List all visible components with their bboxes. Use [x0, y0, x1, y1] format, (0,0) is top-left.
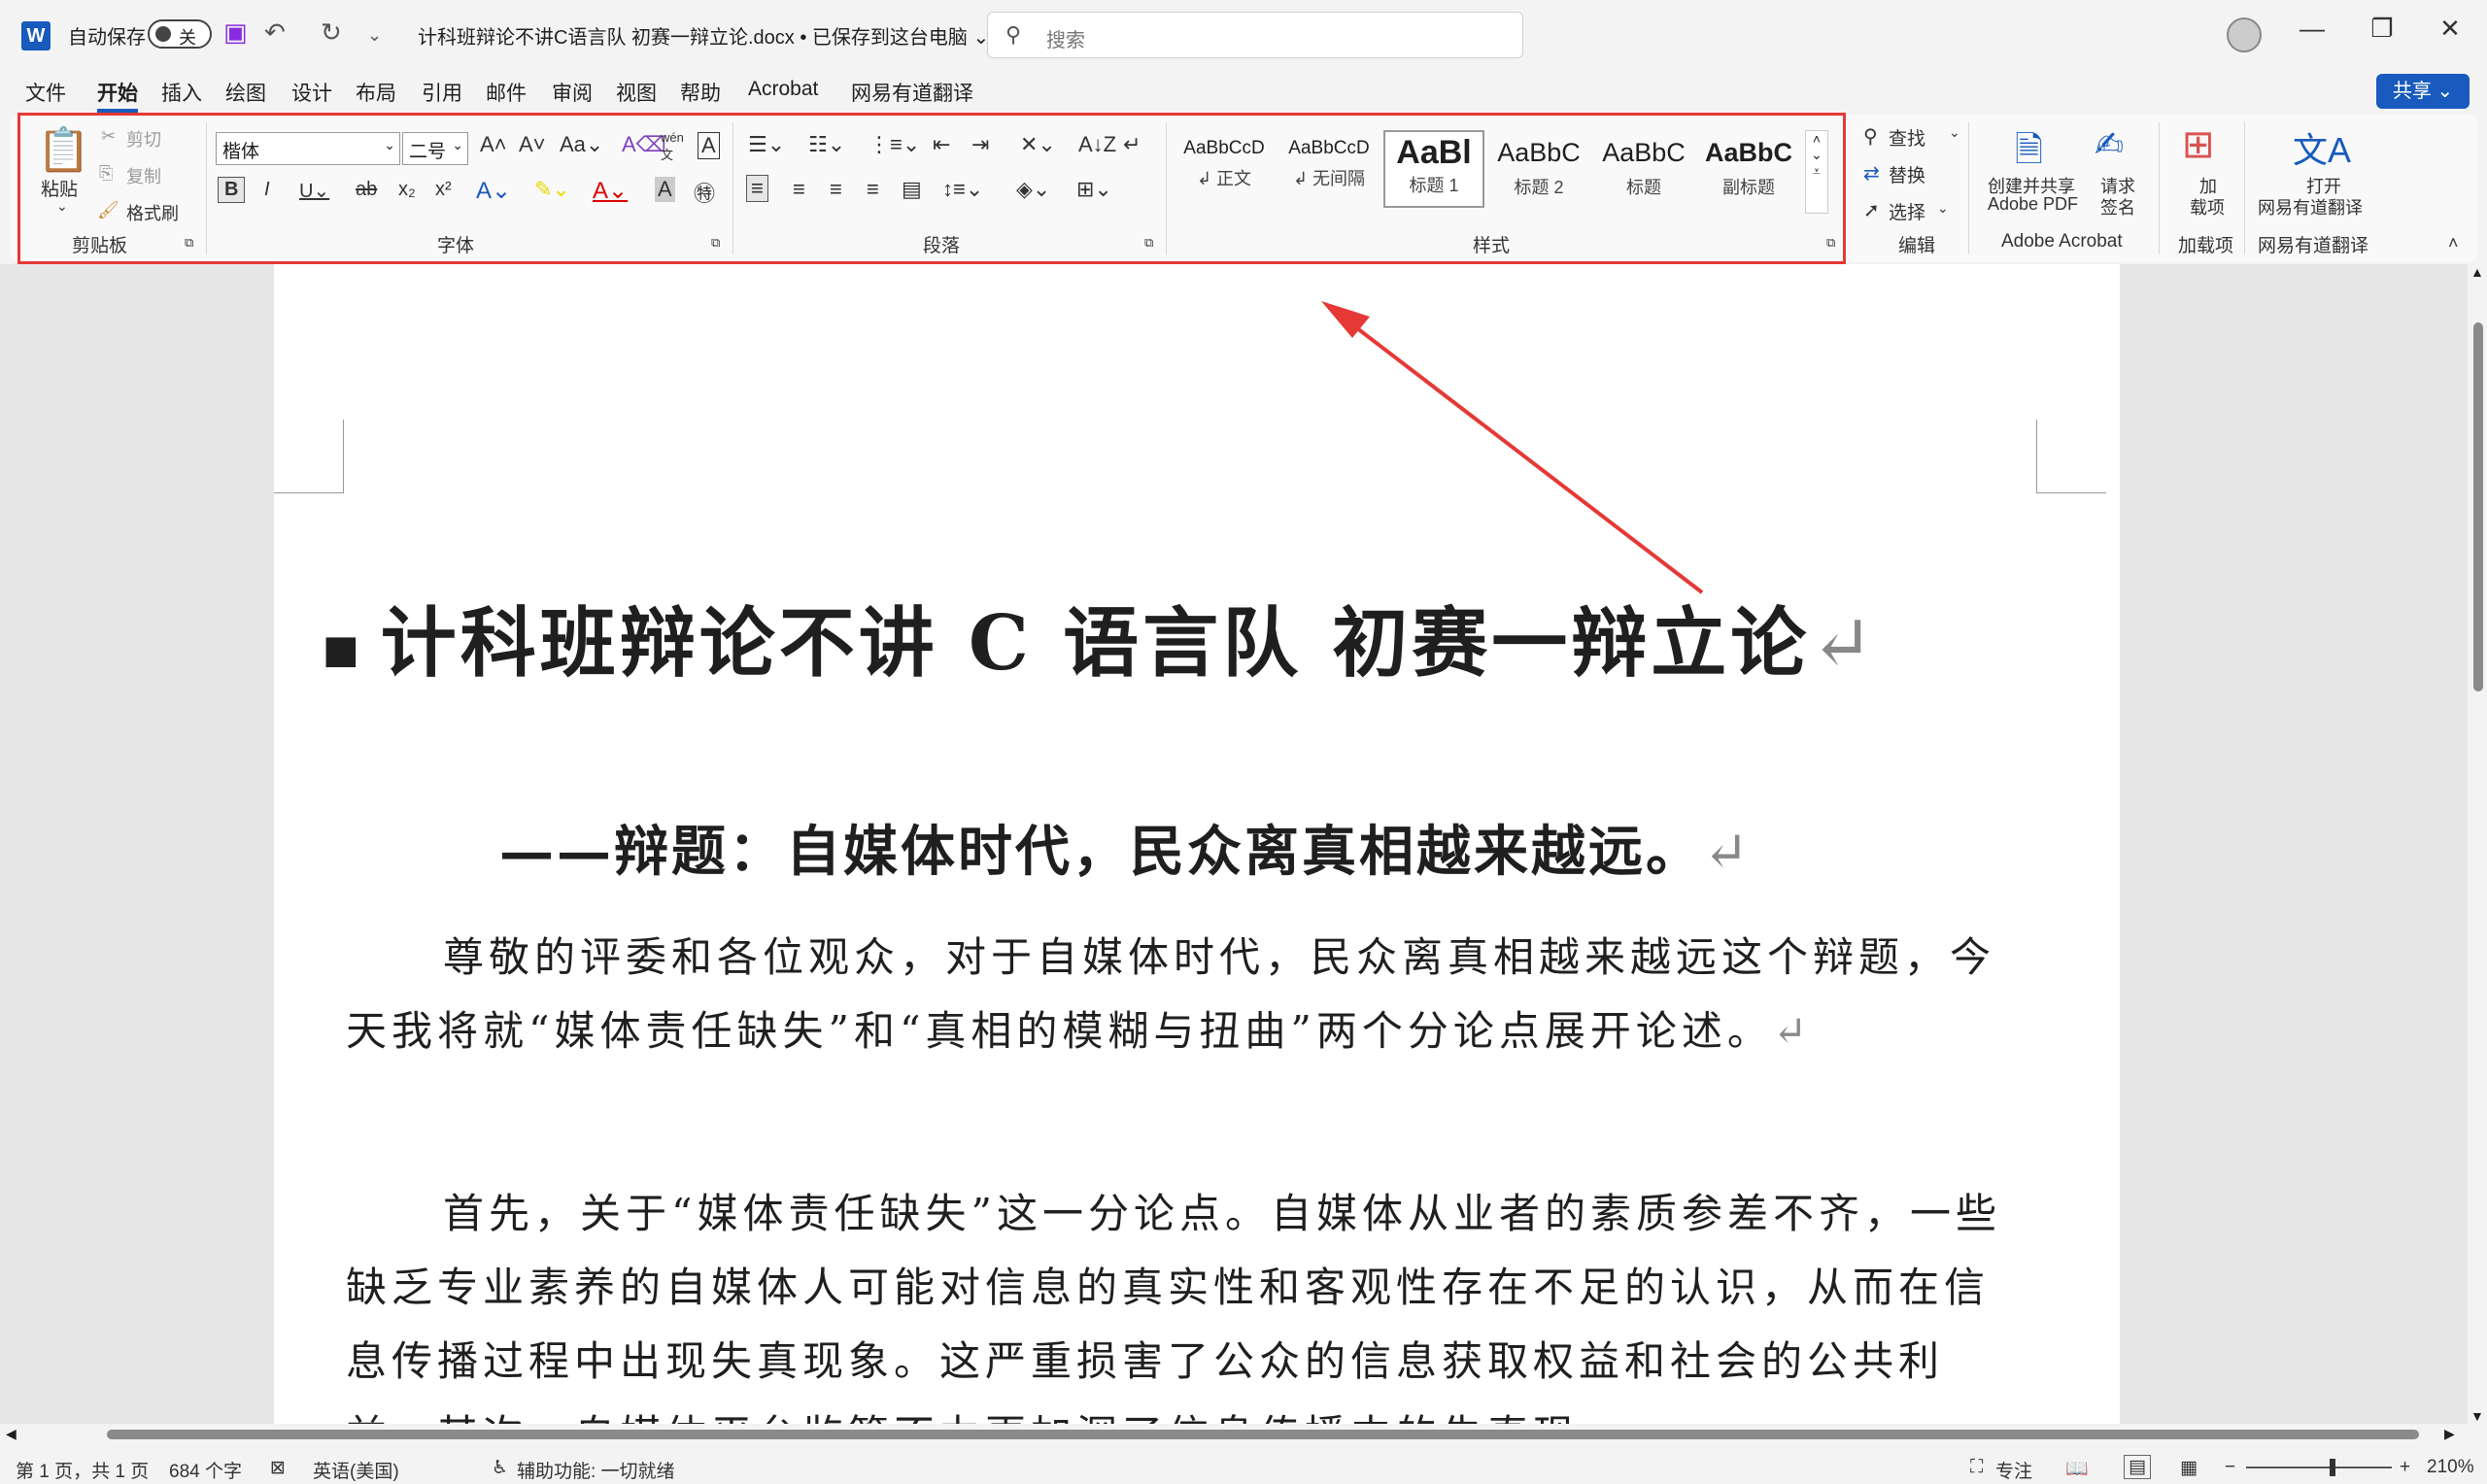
accessibility-icon: ♿ — [492, 1458, 509, 1478]
zoom-slider-knob[interactable] — [2330, 1459, 2335, 1476]
tab-review[interactable]: 审阅 — [552, 76, 593, 109]
paragraph-text: 尊敬的评委和各位观众，对于自媒体时代，民众离真相越来越远这个辩题，今天我将就“媒… — [346, 933, 1996, 1055]
vertical-scroll-thumb[interactable] — [2473, 322, 2483, 691]
proofing-icon[interactable]: ⊠ — [270, 1457, 286, 1479]
paragraph-mark-icon: ↵ — [1772, 1007, 1813, 1055]
focus-mode-button[interactable]: 专注 — [1995, 1457, 2032, 1483]
translate-icon[interactable]: 文A — [2293, 122, 2351, 173]
redo-icon[interactable]: ↻ — [321, 17, 342, 48]
document-canvas[interactable]: ■ 计科班辩论不讲 C 语言队 初赛一辩立论↵ ——辩题：自媒体时代，民众离真相… — [0, 264, 2468, 1424]
bullet-marker: ■ — [323, 626, 381, 672]
web-layout-icon[interactable]: ▦ — [2180, 1457, 2197, 1479]
document-page[interactable]: ■ 计科班辩论不讲 C 语言队 初赛一辩立论↵ ——辩题：自媒体时代，民众离真相… — [274, 264, 2120, 1424]
group-label-addins: 加载项 — [2178, 236, 2234, 256]
close-icon[interactable]: ✕ — [2431, 14, 2470, 44]
scroll-right-icon[interactable]: ▶ — [2444, 1426, 2455, 1442]
avatar[interactable] — [2227, 17, 2262, 52]
divider — [2244, 122, 2245, 254]
undo-icon[interactable]: ↶ — [264, 17, 286, 48]
tab-references[interactable]: 引用 — [422, 76, 462, 109]
tab-draw[interactable]: 绘图 — [225, 76, 266, 109]
paragraph-mark-icon: ↵ — [1703, 821, 1752, 884]
divider — [2159, 122, 2160, 254]
print-layout-icon[interactable]: ▤ — [2124, 1455, 2151, 1479]
title-bar: W 自动保存 关 ▣ ↶ ↻ ⌄ 计科班辩论不讲C语言队 初赛一辩立论.docx… — [0, 0, 2487, 70]
select-dropdown-icon[interactable]: ⌄ — [1937, 200, 1949, 217]
read-mode-icon[interactable]: 📖 — [2065, 1457, 2089, 1480]
group-label-acrobat: Adobe Acrobat — [2001, 231, 2123, 252]
tab-youdao[interactable]: 网易有道翻译 — [851, 76, 973, 109]
replace-button[interactable]: 替换 — [1889, 161, 1925, 187]
save-icon[interactable]: ▣ — [223, 17, 248, 48]
tab-mailings[interactable]: 邮件 — [486, 76, 527, 109]
replace-icon: ⇄ — [1863, 163, 1880, 185]
share-button[interactable]: 共享 ⌄ — [2376, 74, 2470, 109]
select-icon: ➚ — [1863, 200, 1880, 221]
annotation-highlight-box — [17, 113, 1846, 264]
zoom-slider[interactable] — [2246, 1467, 2392, 1468]
status-bar: 第 1 页，共 1 页 684 个字 ⊠ 英语(美国) ♿ 辅助功能: 一切就绪… — [0, 1449, 2487, 1484]
body-paragraph[interactable]: 首先，关于“媒体责任缺失”这一分论点。自媒体从业者的素质参差不齐，一些缺乏专业素… — [346, 1177, 2017, 1424]
request-signature-button-line2[interactable]: 签名 — [2100, 194, 2135, 219]
document-subtitle[interactable]: ——辩题：自媒体时代，民众离真相越来越远。↵ — [499, 808, 1752, 887]
horizontal-scrollbar[interactable]: ◀ ▶ — [0, 1424, 2468, 1445]
search-placeholder: 搜索 — [1046, 30, 1085, 51]
scroll-left-icon[interactable]: ◀ — [6, 1426, 17, 1442]
find-button[interactable]: 查找 — [1889, 124, 1925, 151]
request-signature-icon[interactable]: ✍ — [2095, 124, 2124, 165]
youdao-open-button-line2[interactable]: 网易有道翻译 — [2258, 194, 2363, 219]
tab-home[interactable]: 开始 — [97, 76, 138, 113]
tab-file[interactable]: 文件 — [25, 76, 66, 109]
accessibility-status[interactable]: 辅助功能: 一切就绪 — [517, 1457, 675, 1483]
document-title[interactable]: 计科班辩论不讲C语言队 初赛一辩立论.docx • 已保存到这台电脑 ⌄ — [418, 21, 989, 50]
divider — [1968, 122, 1969, 254]
group-label-editing: 编辑 — [1898, 236, 1936, 256]
autosave-state: 关 — [179, 28, 196, 48]
page-corner-mark — [2036, 420, 2106, 493]
autosave-toggle[interactable]: 关 — [148, 19, 212, 49]
ribbon-tabs: 文件 开始 插入 绘图 设计 布局 引用 邮件 审阅 视图 帮助 Acrobat… — [0, 76, 2487, 113]
scroll-up-icon[interactable]: ▲ — [2470, 264, 2484, 280]
tab-layout[interactable]: 布局 — [356, 76, 396, 109]
addins-button-line2[interactable]: 载项 — [2190, 194, 2225, 219]
body-paragraph[interactable]: 尊敬的评委和各位观众，对于自媒体时代，民众离真相越来越远这个辩题，今天我将就“媒… — [346, 921, 2017, 1068]
search-icon: ⚲ — [1005, 22, 1022, 47]
tab-help[interactable]: 帮助 — [680, 76, 721, 109]
autosave-label: 自动保存 — [68, 27, 146, 49]
scroll-down-icon[interactable]: ▼ — [2470, 1408, 2484, 1424]
tab-acrobat[interactable]: Acrobat — [748, 76, 818, 103]
toggle-knob — [155, 26, 171, 42]
addins-icon[interactable]: ⊞ — [2182, 122, 2215, 167]
document-heading[interactable]: ■ 计科班辩论不讲 C 语言队 初赛一辩立论↵ — [323, 583, 1878, 691]
restore-icon[interactable]: ❐ — [2363, 14, 2402, 44]
page-corner-mark — [274, 420, 344, 493]
focus-icon: ⛶ — [1970, 1457, 1984, 1477]
word-app-icon: W — [21, 21, 51, 51]
vertical-scrollbar[interactable]: ▲ ▼ — [2468, 264, 2487, 1424]
horizontal-scroll-thumb[interactable] — [107, 1430, 2419, 1439]
subtitle-text: ——辩题：自媒体时代，民众离真相越来越远。 — [499, 820, 1703, 884]
tab-design[interactable]: 设计 — [291, 76, 332, 109]
minimize-icon[interactable]: — — [2293, 14, 2332, 44]
zoom-out-icon[interactable]: − — [2225, 1457, 2235, 1478]
group-label-youdao: 网易有道翻译 — [2258, 236, 2369, 256]
heading-text: 计科班辩论不讲 C 语言队 初赛一辩立论 — [380, 599, 1811, 688]
select-button[interactable]: 选择 — [1889, 198, 1925, 224]
collapse-ribbon-icon[interactable]: ˄ — [2448, 233, 2459, 253]
customize-toolbar-icon[interactable]: ⌄ — [367, 25, 382, 46]
create-share-pdf-button-line2[interactable]: Adobe PDF — [1988, 194, 2078, 215]
search-input[interactable]: ⚲ 搜索 — [987, 12, 1523, 58]
paragraph-text: 首先，关于“媒体责任缺失”这一分论点。自媒体从业者的素质参差不齐，一些缺乏专业素… — [346, 1190, 2001, 1424]
language-indicator[interactable]: 英语(美国) — [313, 1457, 399, 1483]
page-count[interactable]: 第 1 页，共 1 页 — [16, 1457, 149, 1483]
tab-view[interactable]: 视图 — [616, 76, 657, 109]
find-icon: ⚲ — [1863, 126, 1878, 148]
zoom-in-icon[interactable]: + — [2400, 1457, 2410, 1478]
find-dropdown-icon[interactable]: ⌄ — [1949, 124, 1960, 141]
paragraph-mark-icon: ↵ — [1810, 600, 1878, 688]
zoom-level[interactable]: 210% — [2427, 1457, 2474, 1478]
tab-insert[interactable]: 插入 — [161, 76, 202, 109]
word-count[interactable]: 684 个字 — [169, 1457, 242, 1483]
